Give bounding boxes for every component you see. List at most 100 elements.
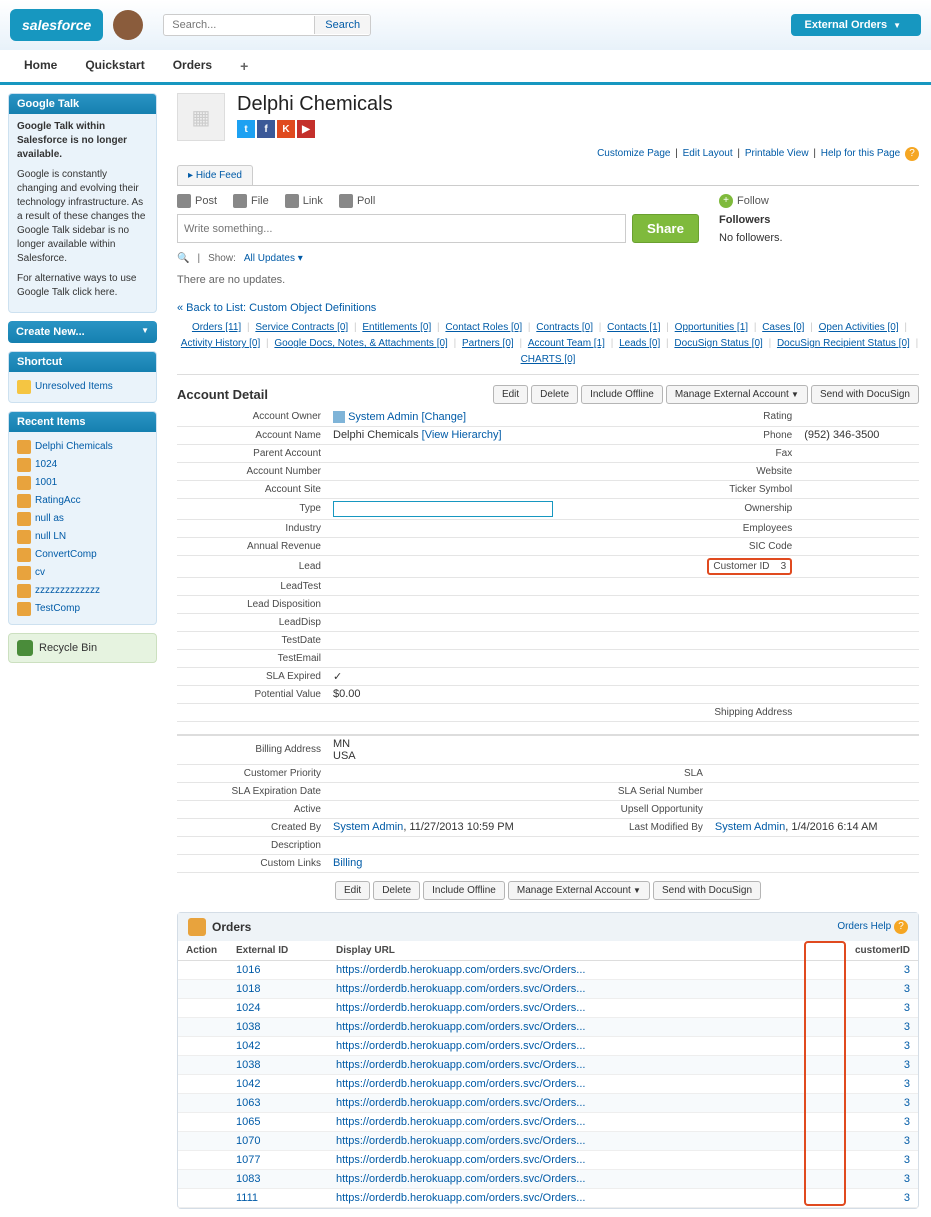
twitter-icon[interactable]: t <box>237 120 255 138</box>
recent-item[interactable]: ConvertComp <box>17 546 148 564</box>
order-url-link[interactable]: https://orderdb.herokuapp.com/orders.svc… <box>336 1021 585 1033</box>
order-url-link[interactable]: https://orderdb.herokuapp.com/orders.svc… <box>336 1040 585 1052</box>
feed-input[interactable] <box>177 214 626 243</box>
order-url-link[interactable]: https://orderdb.herokuapp.com/orders.svc… <box>336 1154 585 1166</box>
recent-item[interactable]: zzzzzzzzzzzzz <box>17 582 148 600</box>
related-link[interactable]: Google Docs, Notes, & Attachments [0] <box>274 338 447 349</box>
order-url-link[interactable]: https://orderdb.herokuapp.com/orders.svc… <box>336 1097 585 1109</box>
feed-tab-link[interactable]: Link <box>285 194 323 208</box>
recent-item[interactable]: Delphi Chemicals <box>17 438 148 456</box>
detail-btn-include-offline[interactable]: Include Offline <box>423 881 505 900</box>
order-url-link[interactable]: https://orderdb.herokuapp.com/orders.svc… <box>336 964 585 976</box>
order-ext-link[interactable]: 1070 <box>236 1135 260 1147</box>
order-ext-link[interactable]: 1063 <box>236 1097 260 1109</box>
order-url-link[interactable]: https://orderdb.herokuapp.com/orders.svc… <box>336 1192 585 1204</box>
order-ext-link[interactable]: 1016 <box>236 964 260 976</box>
detail-btn-manage-external-account[interactable]: Manage External Account <box>508 881 650 900</box>
detail-btn-edit[interactable]: Edit <box>335 881 370 900</box>
related-link[interactable]: DocuSign Recipient Status [0] <box>777 338 910 349</box>
help-icon[interactable]: ? <box>894 920 908 934</box>
detail-btn-edit[interactable]: Edit <box>493 385 528 404</box>
link-customize[interactable]: Customize Page <box>597 148 670 159</box>
created-by-link[interactable]: System Admin <box>333 821 403 833</box>
order-cust-link[interactable]: 3 <box>904 964 910 976</box>
order-url-link[interactable]: https://orderdb.herokuapp.com/orders.svc… <box>336 1135 585 1147</box>
link-edit-layout[interactable]: Edit Layout <box>683 148 733 159</box>
back-to-list-link[interactable]: « Back to List: Custom Object Definition… <box>177 302 919 314</box>
modified-by-link[interactable]: System Admin <box>715 821 785 833</box>
link-help-page[interactable]: Help for this Page <box>821 148 901 159</box>
order-cust-link[interactable]: 3 <box>904 983 910 995</box>
owner-link[interactable]: System Admin <box>348 411 418 423</box>
related-link[interactable]: Opportunities [1] <box>675 322 748 333</box>
related-link[interactable]: Cases [0] <box>762 322 804 333</box>
order-ext-link[interactable]: 1042 <box>236 1040 260 1052</box>
related-link[interactable]: Account Team [1] <box>528 338 605 349</box>
order-cust-link[interactable]: 3 <box>904 1173 910 1185</box>
help-icon[interactable]: ? <box>905 147 919 161</box>
order-url-link[interactable]: https://orderdb.herokuapp.com/orders.svc… <box>336 1002 585 1014</box>
related-link[interactable]: Open Activities [0] <box>819 322 899 333</box>
feed-search-icon[interactable]: 🔍 <box>177 253 189 264</box>
share-button[interactable]: Share <box>632 214 699 243</box>
order-cust-link[interactable]: 3 <box>904 1116 910 1128</box>
order-ext-link[interactable]: 1038 <box>236 1021 260 1033</box>
detail-btn-manage-external-account[interactable]: Manage External Account <box>666 385 808 404</box>
order-url-link[interactable]: https://orderdb.herokuapp.com/orders.svc… <box>336 1078 585 1090</box>
detail-btn-delete[interactable]: Delete <box>373 881 420 900</box>
order-ext-link[interactable]: 1024 <box>236 1002 260 1014</box>
recent-item[interactable]: null LN <box>17 528 148 546</box>
tab-home[interactable]: Home <box>10 50 71 82</box>
recent-item[interactable]: null as <box>17 510 148 528</box>
order-ext-link[interactable]: 1111 <box>236 1192 258 1204</box>
related-link[interactable]: Contracts [0] <box>536 322 593 333</box>
order-cust-link[interactable]: 3 <box>904 1097 910 1109</box>
order-url-link[interactable]: https://orderdb.herokuapp.com/orders.svc… <box>336 1059 585 1071</box>
recent-item[interactable]: 1024 <box>17 456 148 474</box>
order-cust-link[interactable]: 3 <box>904 1021 910 1033</box>
recent-item[interactable]: cv <box>17 564 148 582</box>
external-orders-app-menu[interactable]: External Orders <box>791 14 921 36</box>
col-external-id[interactable]: External ID <box>228 941 328 961</box>
related-link[interactable]: CHARTS [0] <box>521 354 576 365</box>
order-cust-link[interactable]: 3 <box>904 1040 910 1052</box>
order-ext-link[interactable]: 1042 <box>236 1078 260 1090</box>
tab-quickstart[interactable]: Quickstart <box>71 50 158 82</box>
link-printable[interactable]: Printable View <box>745 148 809 159</box>
related-link[interactable]: Contact Roles [0] <box>445 322 522 333</box>
recent-item[interactable]: RatingAcc <box>17 492 148 510</box>
related-link[interactable]: DocuSign Status [0] <box>674 338 762 349</box>
related-link[interactable]: Entitlements [0] <box>362 322 431 333</box>
order-ext-link[interactable]: 1018 <box>236 983 260 995</box>
order-cust-link[interactable]: 3 <box>904 1154 910 1166</box>
order-ext-link[interactable]: 1038 <box>236 1059 260 1071</box>
tab-orders[interactable]: Orders <box>159 50 226 82</box>
youtube-icon[interactable]: ▶ <box>297 120 315 138</box>
order-url-link[interactable]: https://orderdb.herokuapp.com/orders.svc… <box>336 1173 585 1185</box>
related-link[interactable]: Orders [11] <box>192 322 241 333</box>
related-link[interactable]: Leads [0] <box>619 338 660 349</box>
order-cust-link[interactable]: 3 <box>904 1192 910 1204</box>
follow-button[interactable]: +Follow <box>719 194 919 208</box>
billing-link[interactable]: Billing <box>333 857 362 869</box>
feed-tab-poll[interactable]: Poll <box>339 194 375 208</box>
order-cust-link[interactable]: 3 <box>904 1078 910 1090</box>
change-owner-link[interactable]: [Change] <box>421 411 466 423</box>
detail-btn-send-with-docusign[interactable]: Send with DocuSign <box>811 385 919 404</box>
sidebar-recycle[interactable]: Recycle Bin <box>8 633 157 663</box>
order-cust-link[interactable]: 3 <box>904 1002 910 1014</box>
facebook-icon[interactable]: f <box>257 120 275 138</box>
all-updates-dropdown[interactable]: All Updates ▾ <box>244 253 303 264</box>
related-link[interactable]: Contacts [1] <box>607 322 660 333</box>
shortcut-unresolved[interactable]: Unresolved Items <box>17 378 148 396</box>
search-input[interactable] <box>164 16 314 34</box>
create-new-button[interactable]: Create New... <box>8 321 157 343</box>
orders-help-link[interactable]: Orders Help <box>837 921 891 932</box>
klout-icon[interactable]: K <box>277 120 295 138</box>
col-display-url[interactable]: Display URL <box>328 941 828 961</box>
detail-btn-include-offline[interactable]: Include Offline <box>581 385 663 404</box>
order-ext-link[interactable]: 1077 <box>236 1154 260 1166</box>
view-hierarchy-link[interactable]: [View Hierarchy] <box>422 429 502 441</box>
order-cust-link[interactable]: 3 <box>904 1059 910 1071</box>
related-link[interactable]: Partners [0] <box>462 338 514 349</box>
